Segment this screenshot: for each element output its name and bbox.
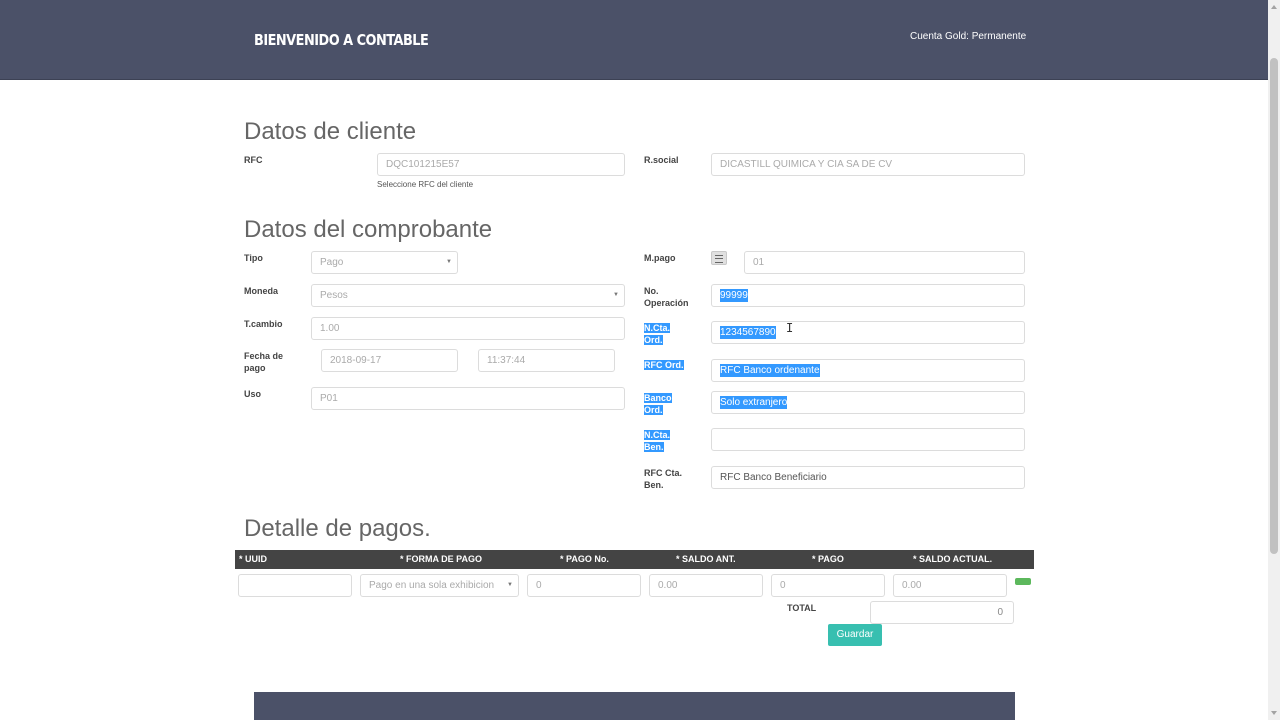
- noop-value: 99999: [720, 289, 748, 302]
- nctaord-input[interactable]: 1234567890: [711, 321, 1025, 344]
- uuid-input[interactable]: [238, 574, 352, 597]
- save-button[interactable]: Guardar: [828, 624, 882, 646]
- mpago-input[interactable]: 01: [744, 251, 1025, 274]
- section-title-cliente: Datos de cliente: [244, 118, 417, 145]
- moneda-value: Pesos: [320, 290, 348, 301]
- chevron-down-icon: ▼: [446, 259, 452, 265]
- chevron-down-icon: ▼: [613, 292, 619, 298]
- add-row-icon[interactable]: [1015, 578, 1031, 585]
- rfc-label: RFC: [244, 155, 263, 165]
- uso-label: Uso: [244, 389, 262, 399]
- bancoord-label-line1: Banco: [644, 393, 672, 403]
- page-scrollbar[interactable]: [1268, 0, 1280, 720]
- scroll-down-icon[interactable]: [1271, 711, 1277, 715]
- rfcord-input[interactable]: RFC Banco ordenante: [711, 359, 1025, 382]
- rfc-input[interactable]: DQC101215E57: [377, 153, 625, 176]
- nctaord-label-line2: Ord.: [644, 335, 663, 345]
- total-input[interactable]: 0: [870, 601, 1014, 624]
- noop-label-line2: Operación: [644, 298, 689, 308]
- fecha-label: Fecha de pago: [244, 350, 283, 374]
- section-title-comprobante: Datos del comprobante: [244, 216, 493, 243]
- fecha-label-line2: pago: [244, 363, 266, 373]
- hora-input[interactable]: 11:37:44: [478, 349, 615, 372]
- rfcben-label-line2: Ben.: [644, 480, 664, 490]
- payments-table-header: * UUID * FORMA DE PAGO * PAGO No. * SALD…: [235, 550, 1034, 569]
- brand-title[interactable]: BIENVENIDO A CONTABLE: [254, 31, 429, 49]
- pago-no-input[interactable]: 0: [527, 574, 641, 597]
- top-navbar: BIENVENIDO A CONTABLE Cuenta Gold: Perma…: [0, 0, 1268, 80]
- col-forma-pago: * FORMA DE PAGO: [400, 554, 483, 564]
- nctaben-label-line1: N.Cta.: [644, 430, 671, 440]
- text-cursor-icon: I: [786, 321, 794, 335]
- rsocial-input[interactable]: DICASTILL QUIMICA Y CIA SA DE CV: [711, 153, 1025, 176]
- nctaben-label: N.Cta. Ben.: [644, 429, 671, 453]
- scroll-thumb[interactable]: [1270, 58, 1278, 554]
- nctaord-label-line1: N.Cta.: [644, 323, 671, 333]
- col-saldo-actual: * SALDO ACTUAL.: [913, 554, 993, 564]
- fecha-input[interactable]: 2018-09-17: [321, 349, 458, 372]
- nctaben-input[interactable]: [711, 428, 1025, 451]
- noop-label-line1: No.: [644, 286, 659, 296]
- list-icon[interactable]: [711, 251, 727, 265]
- rfc-hint: Seleccione RFC del cliente: [377, 180, 474, 189]
- bancoord-value: Solo extranjero: [720, 396, 788, 409]
- noop-input[interactable]: 99999: [711, 284, 1025, 307]
- rfcben-label: RFC Cta. Ben.: [644, 467, 682, 491]
- bancoord-label: Banco Ord.: [644, 392, 672, 416]
- fecha-label-line1: Fecha de: [244, 351, 284, 361]
- moneda-label: Moneda: [244, 286, 279, 296]
- tcambio-label: T.cambio: [244, 319, 283, 329]
- col-uuid: * UUID: [239, 554, 268, 564]
- scroll-up-icon[interactable]: [1271, 5, 1277, 9]
- nctaord-label: N.Cta. Ord.: [644, 322, 671, 346]
- saldo-ant-input[interactable]: 0.00: [649, 574, 763, 597]
- bancoord-label-line2: Ord.: [644, 405, 663, 415]
- rfcben-input[interactable]: RFC Banco Beneficiario: [711, 466, 1025, 489]
- forma-pago-select[interactable]: Pago en una sola exhibicion ▼: [360, 574, 519, 597]
- tipo-select[interactable]: Pago ▼: [311, 251, 458, 274]
- pago-input[interactable]: 0: [771, 574, 885, 597]
- chevron-down-icon: ▼: [507, 582, 513, 588]
- rsocial-label: R.social: [644, 155, 679, 165]
- saldo-actual-input[interactable]: 0.00: [893, 574, 1007, 597]
- tipo-label: Tipo: [244, 253, 263, 263]
- footer-bar: [254, 692, 1015, 720]
- noop-label: No. Operación: [644, 285, 689, 309]
- rfcord-label: RFC Ord.: [644, 360, 684, 370]
- moneda-select[interactable]: Pesos ▼: [311, 284, 625, 307]
- col-pago-no: * PAGO No.: [560, 554, 609, 564]
- total-label: TOTAL: [787, 603, 817, 613]
- col-saldo-ant: * SALDO ANT.: [676, 554, 736, 564]
- uso-input[interactable]: P01: [311, 387, 625, 410]
- tipo-value: Pago: [320, 257, 344, 268]
- rfcord-value: RFC Banco ordenante: [720, 364, 820, 377]
- col-pago: * PAGO: [812, 554, 844, 564]
- account-status[interactable]: Cuenta Gold: Permanente: [910, 31, 1026, 42]
- nctaben-label-line2: Ben.: [644, 442, 664, 452]
- bancoord-input[interactable]: Solo extranjero: [711, 391, 1025, 414]
- nctaord-value: 1234567890: [720, 326, 776, 339]
- tcambio-input[interactable]: 1.00: [311, 317, 625, 340]
- forma-pago-value: Pago en una sola exhibicion: [369, 580, 495, 591]
- rfcben-label-line1: RFC Cta.: [644, 468, 682, 478]
- mpago-label: M.pago: [644, 253, 676, 263]
- section-title-pagos: Detalle de pagos.: [244, 515, 431, 542]
